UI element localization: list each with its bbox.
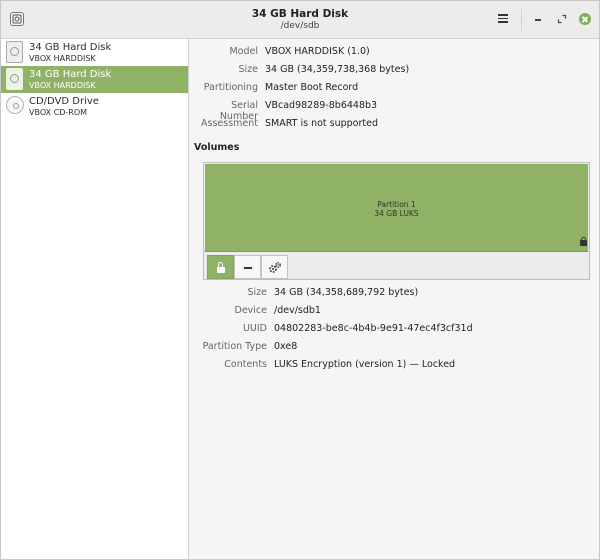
sidebar-item-cdrom[interactable]: CD/DVD Drive VBOX CD-ROM: [1, 93, 188, 120]
size-value: 34 GB (34,359,738,368 bytes): [265, 64, 410, 75]
minimize-button[interactable]: [535, 19, 541, 21]
partition-options-button[interactable]: [261, 255, 288, 279]
partition-name: Partition 1: [377, 200, 416, 209]
window-subtitle: /dev/sdb: [280, 21, 320, 31]
volumes-heading: Volumes: [194, 142, 240, 153]
assessment-label: Assessment: [201, 118, 258, 129]
optical-disc-icon: [6, 96, 24, 114]
unlock-button[interactable]: [207, 255, 234, 279]
sidebar-item-disk-1[interactable]: 34 GB Hard Disk VBOX HARDDISK: [1, 39, 188, 66]
device-value: /dev/sdb1: [274, 305, 321, 316]
sidebar-item-sub: VBOX HARDDISK: [29, 81, 96, 90]
sidebar-item-disk-2[interactable]: 34 GB Hard Disk VBOX HARDDISK: [1, 66, 188, 93]
unlock-icon: [217, 262, 225, 273]
partition-type-label: Partition Type: [202, 341, 267, 352]
assessment-value: SMART is not supported: [265, 118, 378, 129]
close-button[interactable]: [579, 13, 591, 25]
minus-icon: [244, 267, 252, 269]
hamburger-menu-icon[interactable]: [498, 14, 508, 24]
volumes-graphic: Partition 1 34 GB LUKS: [203, 162, 590, 280]
maximize-button[interactable]: [557, 14, 567, 24]
partitioning-value: Master Boot Record: [265, 82, 359, 93]
sidebar-item-sub: VBOX CD-ROM: [29, 108, 88, 117]
device-sidebar: 34 GB Hard Disk VBOX HARDDISK 34 GB Hard…: [1, 39, 189, 559]
partition-size-label: Size: [247, 287, 267, 298]
contents-label: Contents: [224, 359, 267, 370]
sidebar-item-name: 34 GB Hard Disk: [29, 69, 112, 80]
device-label: Device: [234, 305, 268, 316]
window-title: 34 GB Hard Disk: [251, 8, 349, 20]
model-label: Model: [229, 46, 258, 57]
partition-type-value: 0xe8: [274, 341, 298, 352]
hard-disk-icon: [6, 68, 23, 90]
uuid-value: 04802283-be8c-4b4b-9e91-47ec4f3cf31d: [274, 323, 473, 334]
contents-value: LUKS Encryption (version 1) — Locked: [274, 359, 456, 370]
hard-disk-icon: [6, 41, 23, 63]
partitioning-label: Partitioning: [203, 82, 258, 93]
model-value: VBOX HARDDISK (1.0): [265, 46, 370, 57]
serial-value: VBcad98289-8b6448b3: [265, 100, 378, 111]
title-bar: 34 GB Hard Disk /dev/sdb: [1, 1, 599, 39]
uuid-label: UUID: [242, 323, 267, 334]
disks-window: 34 GB Hard Disk /dev/sdb 34 GB Hard Disk…: [0, 0, 600, 560]
size-label: Size: [238, 64, 258, 75]
lock-icon: [580, 237, 587, 246]
sidebar-item-sub: VBOX HARDDISK: [29, 54, 96, 63]
sidebar-item-name: CD/DVD Drive: [29, 96, 99, 107]
partition-size: 34 GB LUKS: [374, 209, 419, 218]
partition-block[interactable]: Partition 1 34 GB LUKS: [205, 164, 588, 252]
delete-partition-button[interactable]: [234, 255, 261, 279]
gears-icon: [269, 262, 281, 273]
partition-size-value: 34 GB (34,358,689,792 bytes): [274, 287, 419, 298]
sidebar-item-name: 34 GB Hard Disk: [29, 42, 112, 53]
titlebar-separator: [521, 9, 522, 31]
